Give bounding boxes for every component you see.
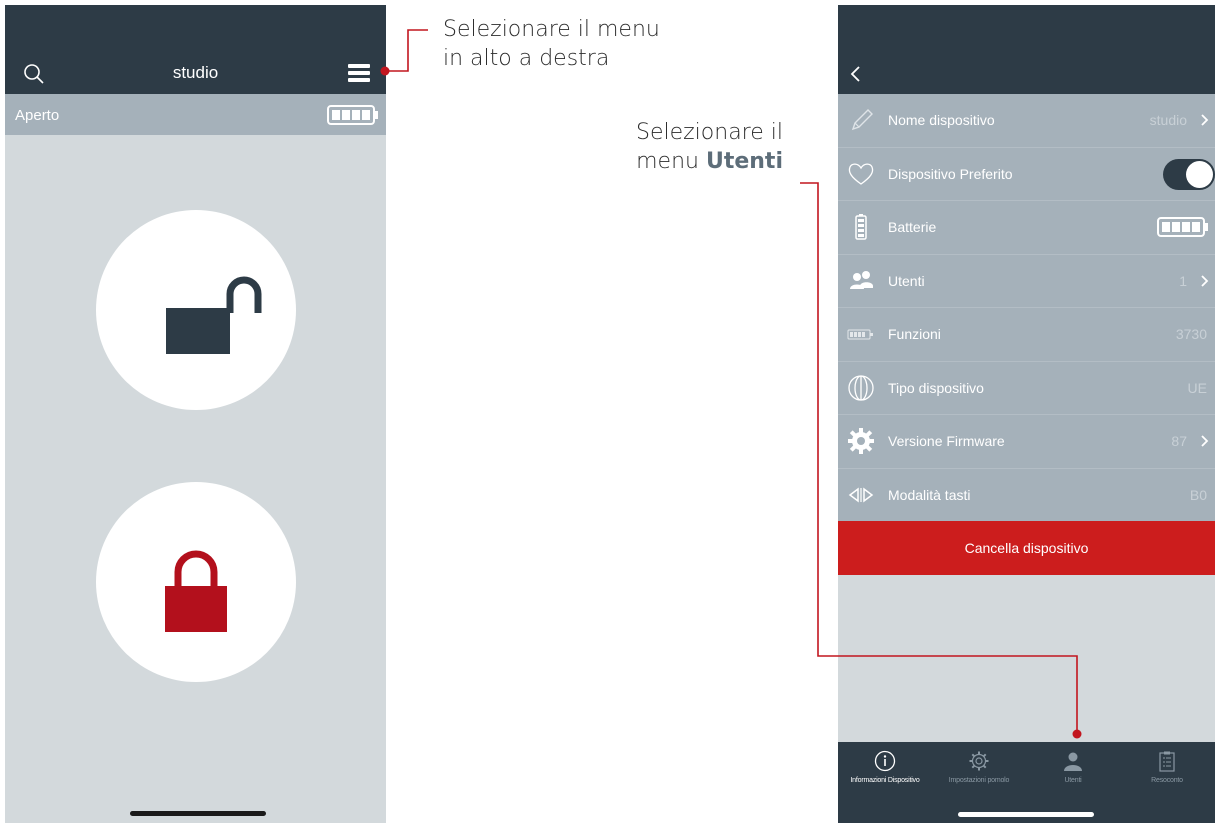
hamburger-menu-icon[interactable] [348,64,370,82]
row-device-type: Tipo dispositivo UE [838,361,1215,415]
menu-hint-line-1: Selezionare il menu [443,17,660,42]
users-hint-callout: Selezionare il menu Utenti [580,118,783,176]
row-value: 87 [1171,433,1187,449]
arrows-icon [848,487,874,502]
row-favorite-device: Dispositivo Preferito [838,147,1215,201]
row-label: Batterie [888,219,937,235]
knob-icon [848,374,874,401]
battery-vertical-icon [855,214,867,240]
row-value: UE [1187,379,1207,396]
menu-hint-callout: Selezionare il menu in alto a destra [443,15,660,73]
battery-full-icon [327,105,378,125]
users-hint-prefix: menu [636,149,699,174]
chevron-right-icon [1201,274,1209,287]
home-indicator [958,812,1094,817]
tab-knob-settings[interactable]: Impostazioni pomolo [932,750,1026,784]
row-label: Versione Firmware [888,433,1005,449]
user-icon [1064,752,1082,771]
device-title: studio [172,63,219,82]
row-label: Dispositivo Preferito [888,165,1013,182]
row-device-name[interactable]: Nome dispositivo studio [838,94,1215,148]
row-label: Funzioni [888,326,941,342]
status-bar: Aperto [5,94,386,135]
bottom-tab-bar: Informazioni Dispositivo Impostazioni po… [838,742,1215,823]
users-hint-line-2: menu Utenti [580,147,783,176]
tab-label: Resoconto [1151,777,1183,784]
device-info-list: Nome dispositivo studio Dispositivo Pref… [838,94,1215,522]
tab-users[interactable]: Utenti [1026,750,1120,784]
row-label: Nome dispositivo [888,112,995,128]
gear-icon [848,428,874,454]
favorite-toggle[interactable] [1163,158,1215,190]
top-navigation-bar: studio [5,5,386,94]
row-users[interactable]: Utenti 1 [838,254,1215,308]
users-hint-bold: Utenti [705,149,783,174]
row-label: Modalità tasti [888,486,971,503]
menu-connector-line [388,29,428,72]
info-icon [874,750,896,772]
clipboard-icon [1159,751,1175,772]
heart-icon [848,162,874,185]
lock-status-text: Aperto [15,107,60,124]
row-value: 1 [1179,272,1187,289]
padlock-open-icon [166,276,262,354]
counter-icon [847,329,873,340]
users-icon [850,270,873,289]
users-hint-line-1: Selezionare il [635,120,783,145]
tab-label: Utenti [1064,777,1082,784]
menu-hint-line-2: in alto a destra [443,46,610,71]
row-value: B0 [1189,486,1207,503]
tab-label: Informazioni Dispositivo [850,777,920,784]
home-indicator [130,811,266,816]
chevron-right-icon [1201,114,1209,126]
back-chevron-icon[interactable] [848,63,862,85]
row-label: Tipo dispositivo [888,379,984,396]
device-screen-right: Nome dispositivo studio Dispositivo Pref… [838,5,1215,823]
unlock-button[interactable] [96,210,296,410]
row-functions: Funzioni 3730 [838,308,1215,362]
row-key-mode: Modalità tasti B0 [838,468,1215,522]
battery-full-icon [1157,217,1208,237]
device-screen-left: studio Aperto [5,5,386,823]
pencil-icon [851,109,873,131]
row-firmware-version[interactable]: Versione Firmware 87 [838,415,1215,469]
row-value: studio [1149,112,1187,128]
padlock-closed-icon [165,550,227,632]
top-navigation-bar [838,5,1215,94]
lock-button[interactable] [96,482,296,682]
tab-device-info[interactable]: Informazioni Dispositivo [838,750,932,784]
row-value: 3730 [1175,326,1207,342]
tab-report[interactable]: Resoconto [1120,750,1214,784]
row-label: Utenti [888,272,925,289]
settings-icon [969,751,989,771]
chevron-right-icon [1201,435,1209,447]
row-batteries: Batterie [838,201,1215,255]
tab-label: Impostazioni pomolo [948,777,1010,784]
delete-device-button[interactable]: Cancella dispositivo [838,521,1215,575]
